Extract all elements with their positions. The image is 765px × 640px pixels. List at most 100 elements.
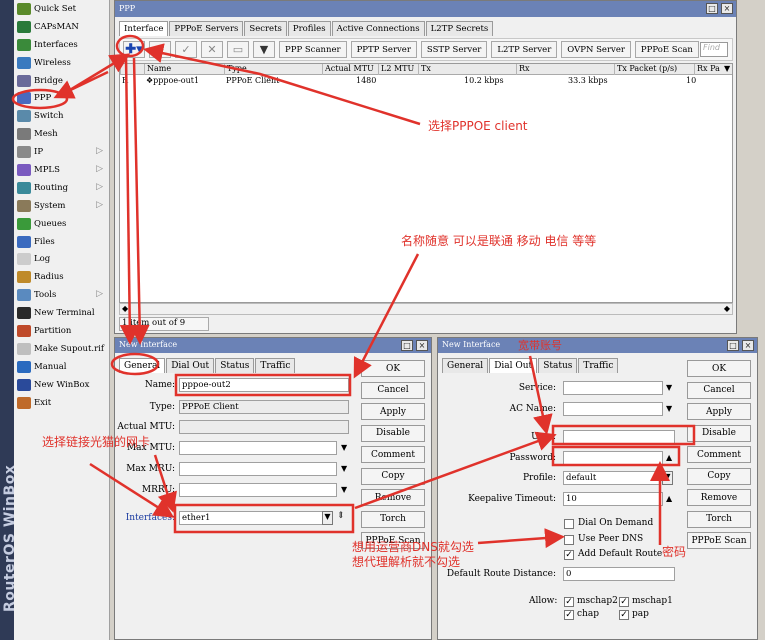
close-icon[interactable]: × — [416, 340, 428, 351]
maximize-icon[interactable]: □ — [706, 3, 718, 14]
ppp-scanner-button[interactable]: PPP Scanner — [279, 41, 347, 58]
add-default-route-checkbox[interactable]: ✓ — [564, 550, 574, 560]
add-icon[interactable]: ✚▾ — [123, 41, 145, 58]
allow-chap-checkbox[interactable]: ✓ — [564, 610, 574, 620]
dialog2-title-bar[interactable]: New Interface □ × — [438, 338, 757, 353]
sidebar-item-new-winbox[interactable]: New WinBox — [14, 376, 109, 394]
comment-icon[interactable]: ▭ — [227, 41, 249, 58]
pppoe-scan-button[interactable]: PPPoE Scan — [634, 41, 699, 58]
tab-active-connections[interactable]: Active Connections — [331, 21, 425, 36]
sidebar-item-quick-set[interactable]: Quick Set — [14, 0, 109, 18]
scroll-right-icon[interactable]: ◆ — [724, 304, 730, 313]
sidebar-item-bridge[interactable]: Bridge — [14, 72, 109, 90]
tab-status[interactable]: Status — [538, 358, 578, 373]
sidebar-item-switch[interactable]: Switch — [14, 107, 109, 125]
col-tx-packet[interactable]: Tx Packet (p/s) — [614, 64, 677, 75]
maximize-icon[interactable]: □ — [401, 340, 413, 351]
interfaces-spin-icon[interactable]: ⇕ — [337, 511, 345, 521]
sidebar-item-partition[interactable]: Partition — [14, 322, 109, 340]
mrru-field[interactable] — [179, 483, 337, 497]
profile-dropdown-icon[interactable]: ▼ — [662, 471, 673, 485]
comment-button[interactable]: Comment — [361, 446, 425, 463]
dial-on-demand-checkbox[interactable] — [564, 519, 574, 529]
remove-icon[interactable]: − — [149, 41, 171, 58]
max-mtu-dropdown-icon[interactable]: ▼ — [341, 443, 347, 452]
mrru-dropdown-icon[interactable]: ▼ — [341, 485, 347, 494]
interfaces-select[interactable]: ether1 — [179, 511, 329, 525]
sidebar-item-radius[interactable]: Radius — [14, 268, 109, 286]
allow-mschap1-checkbox[interactable]: ✓ — [619, 597, 629, 607]
sstp-server-button[interactable]: SSTP Server — [420, 41, 488, 58]
ok-button[interactable]: OK — [361, 360, 425, 377]
tab-pppoe-servers[interactable]: PPPoE Servers — [169, 21, 244, 36]
sidebar-item-mpls[interactable]: MPLS ▷ — [14, 161, 109, 179]
profile-select[interactable]: default — [563, 471, 661, 485]
tab-secrets[interactable]: Secrets — [244, 21, 287, 36]
torch-button[interactable]: Torch — [687, 510, 751, 528]
max-mru-field[interactable] — [179, 462, 337, 476]
max-mtu-field[interactable] — [179, 441, 337, 455]
allow-pap-checkbox[interactable]: ✓ — [619, 610, 629, 620]
interfaces-dropdown-icon[interactable]: ▼ — [322, 511, 333, 525]
sidebar-item-log[interactable]: Log — [14, 250, 109, 268]
pppoe-scan-button[interactable]: PPPoE Scan — [687, 532, 751, 549]
table-row[interactable]: R ❖pppoe-out1 PPPoE Client 1480 10.2 kbp… — [120, 76, 732, 87]
col-tx[interactable]: Tx — [418, 64, 431, 75]
sidebar-item-system[interactable]: System ▷ — [14, 197, 109, 215]
maximize-icon[interactable]: □ — [727, 340, 739, 351]
column-menu-icon[interactable]: ▼ — [722, 64, 730, 75]
sidebar-item-queues[interactable]: Queues — [14, 215, 109, 233]
scroll-left-icon[interactable]: ◆ — [122, 304, 128, 313]
sidebar-item-interfaces[interactable]: Interfaces — [14, 36, 109, 54]
password-field[interactable] — [563, 451, 663, 465]
pptp-server-button[interactable]: PPTP Server — [350, 41, 417, 58]
col-rx-packet[interactable]: Rx Pa — [694, 64, 720, 75]
close-icon[interactable]: × — [742, 340, 754, 351]
sidebar-item-manual[interactable]: Manual — [14, 358, 109, 376]
find-input[interactable]: Find — [700, 42, 728, 57]
tab-dial-out[interactable]: Dial Out — [166, 358, 215, 373]
tab-status[interactable]: Status — [215, 358, 255, 373]
keepalive-toggle-icon[interactable]: ▲ — [666, 494, 672, 503]
sidebar-item-tools[interactable]: Tools ▷ — [14, 286, 109, 304]
sidebar-item-exit[interactable]: Exit — [14, 394, 109, 412]
cancel-button[interactable]: Cancel — [361, 381, 425, 399]
tab-l2tp-secrets[interactable]: L2TP Secrets — [425, 21, 494, 36]
disable-button[interactable]: Disable — [687, 424, 751, 442]
service-field[interactable] — [563, 381, 663, 395]
copy-button[interactable]: Copy — [687, 467, 751, 485]
dialog1-title-bar[interactable]: New Interface □ × — [115, 338, 431, 353]
ppp-title-bar[interactable]: PPP □ × — [115, 1, 736, 17]
sidebar-item-mesh[interactable]: Mesh — [14, 125, 109, 143]
keepalive-field[interactable]: 10 — [563, 492, 663, 506]
disable-icon[interactable]: ✕ — [201, 41, 223, 58]
sidebar-item-files[interactable]: Files — [14, 233, 109, 251]
close-icon[interactable]: × — [721, 3, 733, 14]
copy-button[interactable]: Copy — [361, 467, 425, 485]
l2tp-server-button[interactable]: L2TP Server — [491, 41, 558, 58]
ovpn-server-button[interactable]: OVPN Server — [561, 41, 631, 58]
col-l2-mtu[interactable]: L2 MTU — [378, 64, 414, 75]
tab-traffic[interactable]: Traffic — [578, 358, 619, 373]
allow-mschap2-checkbox[interactable]: ✓ — [564, 597, 574, 607]
horizontal-scrollbar[interactable]: ◆ ◆ — [119, 303, 733, 315]
col-actual-mtu[interactable]: Actual MTU — [322, 64, 374, 75]
remove-button[interactable]: Remove — [361, 489, 425, 506]
password-dropdown-icon[interactable]: ▲ — [666, 453, 672, 462]
col-rx[interactable]: Rx — [516, 64, 530, 75]
tab-general[interactable]: General — [119, 358, 166, 373]
tab-interface[interactable]: Interface — [119, 21, 169, 36]
sidebar-item-capsman[interactable]: CAPsMAN — [14, 18, 109, 36]
sidebar-item-make-supout-rif[interactable]: Make Supout.rif — [14, 340, 109, 358]
ac-name-field[interactable] — [563, 402, 663, 416]
sidebar-item-routing[interactable]: Routing ▷ — [14, 179, 109, 197]
torch-button[interactable]: Torch — [361, 510, 425, 528]
sidebar-item-ppp[interactable]: PPP — [14, 89, 109, 107]
cancel-button[interactable]: Cancel — [687, 381, 751, 399]
col-type[interactable]: Type — [224, 64, 247, 75]
use-peer-dns-checkbox[interactable] — [564, 535, 574, 545]
default-route-distance-field[interactable]: 0 — [563, 567, 675, 581]
comment-button[interactable]: Comment — [687, 446, 751, 463]
remove-button[interactable]: Remove — [687, 489, 751, 506]
name-field[interactable]: pppoe-out2 — [179, 378, 349, 392]
